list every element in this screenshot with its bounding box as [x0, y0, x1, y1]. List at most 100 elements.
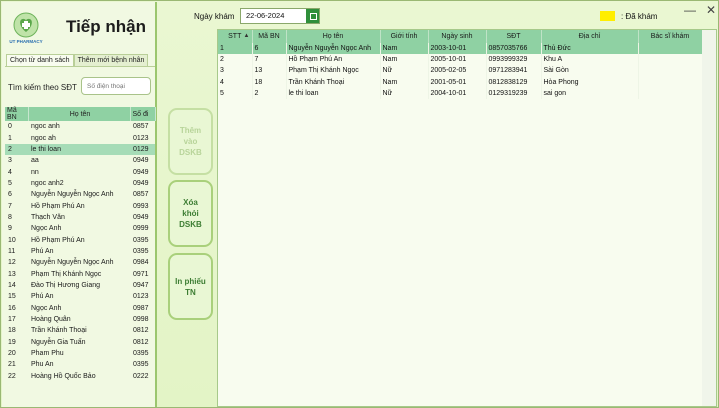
patient-row[interactable]: 0 ngoc anh 0857: [5, 121, 155, 132]
logo-text: UT PHARMACY: [9, 39, 42, 44]
patient-row[interactable]: 17 Hoàng Quân 0998: [5, 314, 155, 325]
exam-row[interactable]: 1 6 Nguyễn Nguyễn Ngọc Anh Nam 2003-10-01 085…: [218, 43, 703, 55]
patient-name-cell: Ngọc Anh: [31, 304, 62, 312]
exam-list-panel: STT ▲ Mã BN Họ tên Giới tính Ngày sinh SĐ…: [217, 29, 717, 407]
patient-id-cell: 15: [8, 293, 16, 301]
calendar-icon[interactable]: [306, 9, 319, 23]
patient-id-cell: 20: [8, 350, 16, 358]
patient-row[interactable]: 21 Phu An 0395: [5, 359, 155, 370]
patient-row[interactable]: 5 ngoc anh2 0949: [5, 178, 155, 189]
patient-name-cell: Hồ Phạm Phú An: [31, 236, 85, 244]
minimize-icon[interactable]: —: [684, 3, 696, 17]
patient-row[interactable]: 3 aa 0949: [5, 155, 155, 166]
patient-row[interactable]: 4 nn 0949: [5, 166, 155, 177]
patient-id-cell: 3: [8, 157, 12, 165]
phone-search-input[interactable]: [81, 77, 151, 95]
column-header-phone[interactable]: Số đi: [130, 107, 156, 121]
patient-name-cell: Ngọc Anh: [31, 225, 62, 233]
patient-name-cell: Phạm Thị Khánh Ngọc: [31, 270, 102, 278]
patient-row[interactable]: 6 Nguyễn Nguyễn Ngọc Anh 0857: [5, 189, 155, 200]
patient-id-cell: 5: [8, 179, 12, 187]
patient-phone-cell: 0999: [133, 225, 149, 233]
address-cell: Hòa Phong: [541, 76, 639, 88]
search-label: Tìm kiếm theo SĐT: [8, 83, 77, 92]
patient-row[interactable]: 10 Hồ Phạm Phú An 0395: [5, 234, 155, 245]
patient-row[interactable]: 9 Ngọc Anh 0999: [5, 223, 155, 234]
doctor-cell: [638, 87, 703, 99]
address-cell: Thủ Đức: [541, 43, 639, 55]
patient-id-cell: 8: [8, 213, 12, 221]
birth-date-cell: 2004-10-01: [428, 87, 487, 99]
print-receipt-button[interactable]: In phiếu TN: [168, 253, 213, 320]
column-header-doctor[interactable]: Bác sĩ khám: [638, 30, 703, 43]
patient-id-cell: 6: [252, 43, 287, 55]
tab-add-new-patient[interactable]: Thêm mới bệnh nhân: [73, 54, 149, 66]
patient-row[interactable]: 8 Thạch Văn 0949: [5, 212, 155, 223]
patient-id-cell: 10: [8, 236, 16, 244]
patient-row[interactable]: 7 Hồ Phạm Phú An 0993: [5, 200, 155, 211]
close-icon[interactable]: ✕: [706, 3, 716, 17]
column-header-patient-id[interactable]: Mã BN: [252, 30, 287, 43]
patient-row[interactable]: 14 Đào Thị Hương Giang 0947: [5, 280, 155, 291]
patient-id-cell: 2: [5, 143, 28, 156]
order-cell: 1: [218, 43, 253, 55]
gender-cell: Nam: [380, 54, 429, 66]
patient-phone-cell: 0947: [133, 281, 149, 289]
patient-row[interactable]: 15 Phú An 0123: [5, 291, 155, 302]
exam-row[interactable]: 4 18 Trần Khánh Thoại Nam 2001-05-01 08128381…: [218, 76, 703, 88]
patient-row[interactable]: 20 Pham Phu 0395: [5, 348, 155, 359]
patient-phone-cell: 0812: [133, 338, 149, 346]
patient-phone-cell: 0949: [133, 157, 149, 165]
remove-from-exam-list-button[interactable]: Xóa khỏi DSKB: [168, 180, 213, 247]
patient-row[interactable]: 12 Nguyễn Nguyễn Ngọc Anh 0984: [5, 257, 155, 268]
column-header-full-name[interactable]: Họ tên: [28, 107, 131, 121]
patient-row[interactable]: 18 Trần Khánh Thoại 0812: [5, 325, 155, 336]
exam-table-header: STT ▲ Mã BN Họ tên Giới tính Ngày sinh SĐ…: [218, 30, 703, 43]
examined-legend-label: : Đã khám: [621, 12, 658, 21]
column-header-order[interactable]: STT ▲: [218, 30, 253, 43]
patient-phone-cell: 0395: [133, 361, 149, 369]
tab-choose-from-list[interactable]: Chọn từ danh sách: [6, 54, 74, 66]
patient-name-cell: Pham Phu: [31, 350, 64, 358]
tab-bar: Chọn từ danh sách Thêm mới bệnh nhân: [6, 54, 149, 66]
patient-phone-cell: 0395: [133, 247, 149, 255]
column-header-birth-date[interactable]: Ngày sinh: [428, 30, 487, 43]
full-name-cell: Trần Khánh Thoại: [286, 76, 381, 88]
patient-id-cell: 7: [8, 202, 12, 210]
phone-cell: 0971283941: [486, 65, 542, 77]
patient-row[interactable]: 11 Phú An 0395: [5, 246, 155, 257]
patient-row[interactable]: 1 ngoc ah 0123: [5, 132, 155, 143]
patient-table-body: 0 ngoc anh 0857 1 ngoc ah 0123 2 le thi loan 012…: [5, 121, 155, 382]
patient-row[interactable]: 22 Hoàng Hồ Quốc Bảo 0222: [5, 371, 155, 382]
patient-phone-cell: 0949: [133, 179, 149, 187]
patient-phone-cell: 0857: [133, 123, 149, 131]
patient-name-cell: Phú An: [31, 247, 54, 255]
patient-name-cell: Trần Khánh Thoại: [31, 327, 87, 335]
doctor-cell: [638, 43, 703, 55]
column-header-phone[interactable]: SĐT: [486, 30, 542, 43]
patient-row[interactable]: 13 Phạm Thị Khánh Ngọc 0971: [5, 268, 155, 279]
gender-cell: Nữ: [380, 87, 429, 99]
exam-row[interactable]: 2 7 Hồ Phạm Phú An Nam 2005-10-01 0993999329 K…: [218, 54, 703, 66]
column-header-full-name[interactable]: Họ tên: [286, 30, 381, 43]
patient-id-cell: 6: [8, 191, 12, 199]
vertical-scrollbar[interactable]: [702, 30, 716, 406]
column-header-gender[interactable]: Giới tính: [380, 30, 429, 43]
patient-row[interactable]: 2 le thi loan 0129: [5, 143, 155, 156]
exam-row[interactable]: 3 13 Phạm Thị Khánh Ngọc Nữ 2005-02-05 097128…: [218, 65, 703, 77]
patient-phone-cell: 0949: [133, 213, 149, 221]
address-cell: Khu A: [541, 54, 639, 66]
patient-id-cell: 14: [8, 281, 16, 289]
add-to-exam-list-button[interactable]: Thêm vào DSKB: [168, 108, 213, 175]
exam-row[interactable]: 5 2 le thi loan Nữ 2004-10-01 0129319239 sai g…: [218, 87, 703, 99]
address-cell: Sài Gòn: [541, 65, 639, 77]
patient-phone-cell: 0993: [133, 202, 149, 210]
patient-id-cell: 4: [8, 168, 12, 176]
doctor-cell: [638, 54, 703, 66]
patient-row[interactable]: 16 Ngọc Anh 0987: [5, 303, 155, 314]
full-name-cell: Nguyễn Nguyễn Ngọc Anh: [286, 43, 381, 55]
column-header-address[interactable]: Địa chỉ: [541, 30, 639, 43]
patient-row[interactable]: 19 Nguyễn Gia Tuấn 0812: [5, 337, 155, 348]
pharmacy-logo-icon: UT PHARMACY: [9, 12, 43, 44]
column-header-patient-id[interactable]: Mã BN: [5, 107, 29, 121]
